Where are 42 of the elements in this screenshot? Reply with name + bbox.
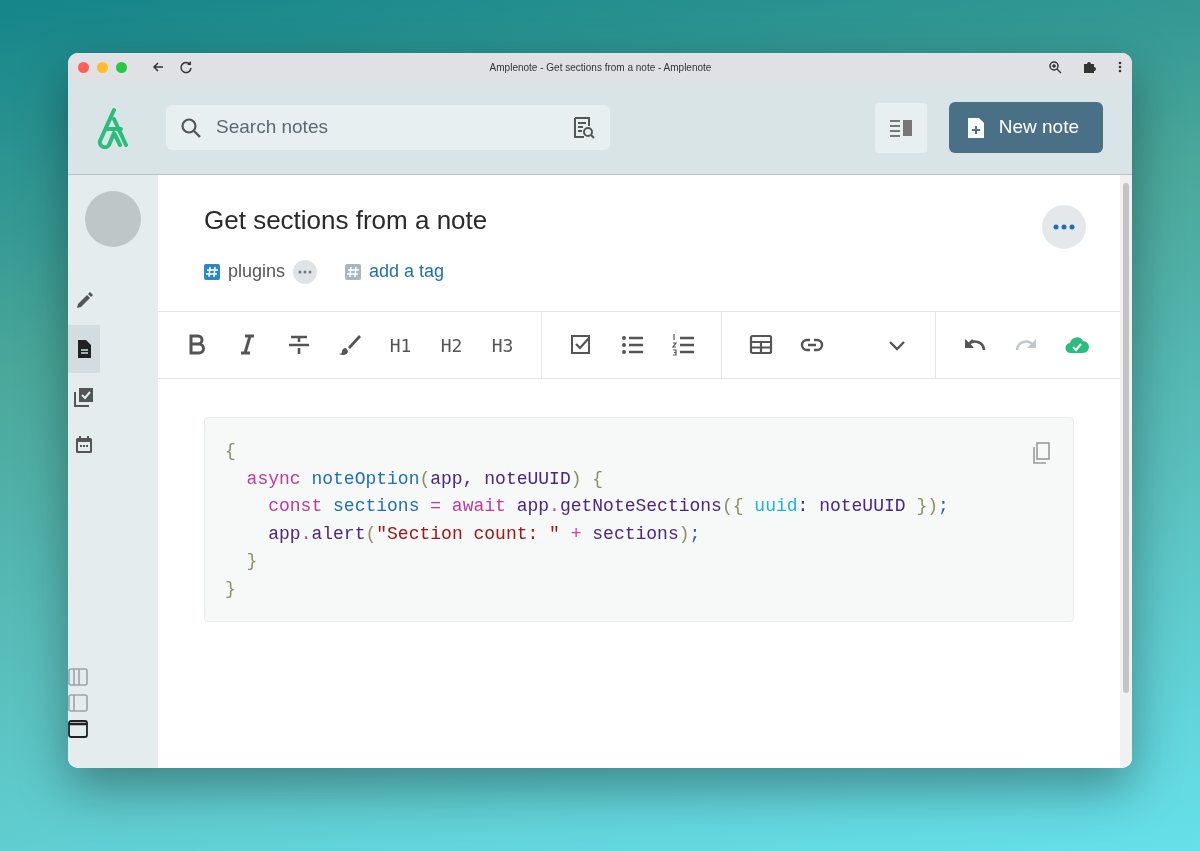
ellipsis-icon	[298, 269, 313, 274]
code-line: app.alert("Section count: " + sections);	[267, 522, 701, 546]
checklist-icon	[74, 387, 94, 407]
more-options-button[interactable]	[1042, 205, 1086, 249]
code-line: }	[245, 550, 258, 574]
tag-icon	[345, 263, 362, 280]
search-field[interactable]: Search notes	[166, 105, 610, 150]
back-arrow-icon[interactable]	[151, 60, 165, 74]
reading-view-button[interactable]	[874, 102, 927, 153]
reload-icon[interactable]	[179, 60, 193, 74]
code-line: {	[225, 440, 236, 464]
search-document-icon[interactable]	[572, 115, 596, 140]
pencil-icon	[74, 291, 94, 311]
text-column-icon	[888, 118, 913, 137]
menu-icon[interactable]	[1118, 60, 1122, 74]
numbered-list-icon	[670, 333, 695, 358]
heading-button[interactable]: H2	[426, 325, 477, 366]
tag-icon	[204, 263, 220, 280]
pane-layout-icon	[68, 720, 88, 738]
code-line: }	[225, 577, 236, 601]
document-plus-icon	[966, 116, 985, 139]
scrollbar[interactable]	[1120, 175, 1132, 768]
pane-layout-icon	[68, 668, 88, 686]
search-input[interactable]: Search notes	[214, 112, 560, 143]
note-title[interactable]: Get sections from a note	[204, 205, 1042, 237]
heading-button[interactable]: H3	[477, 325, 528, 366]
pane-layout-icon	[68, 694, 88, 712]
heading-button[interactable]: H1	[375, 325, 426, 366]
window-title: Amplenote - Get sections from a note - Amplenote	[489, 61, 712, 73]
ellipsis-icon	[1053, 224, 1075, 230]
code-line: async noteOption(app, noteUUID) {	[245, 467, 604, 491]
tag-label[interactable]: plugins	[228, 258, 286, 286]
new-note-button[interactable]: New note	[948, 102, 1103, 153]
add-tag-link[interactable]: add a tag	[369, 258, 445, 286]
puzzle-icon[interactable]	[1082, 60, 1096, 74]
zoom-icon[interactable]	[1048, 60, 1062, 74]
sidebar-item[interactable]	[68, 325, 100, 373]
brush-icon	[337, 333, 362, 358]
calendar-icon	[74, 435, 94, 455]
search-icon	[180, 116, 202, 139]
code-line: const sections = await app.getNoteSections({ uuid: noteUUID });	[267, 495, 949, 519]
copy-icon	[1031, 441, 1051, 464]
